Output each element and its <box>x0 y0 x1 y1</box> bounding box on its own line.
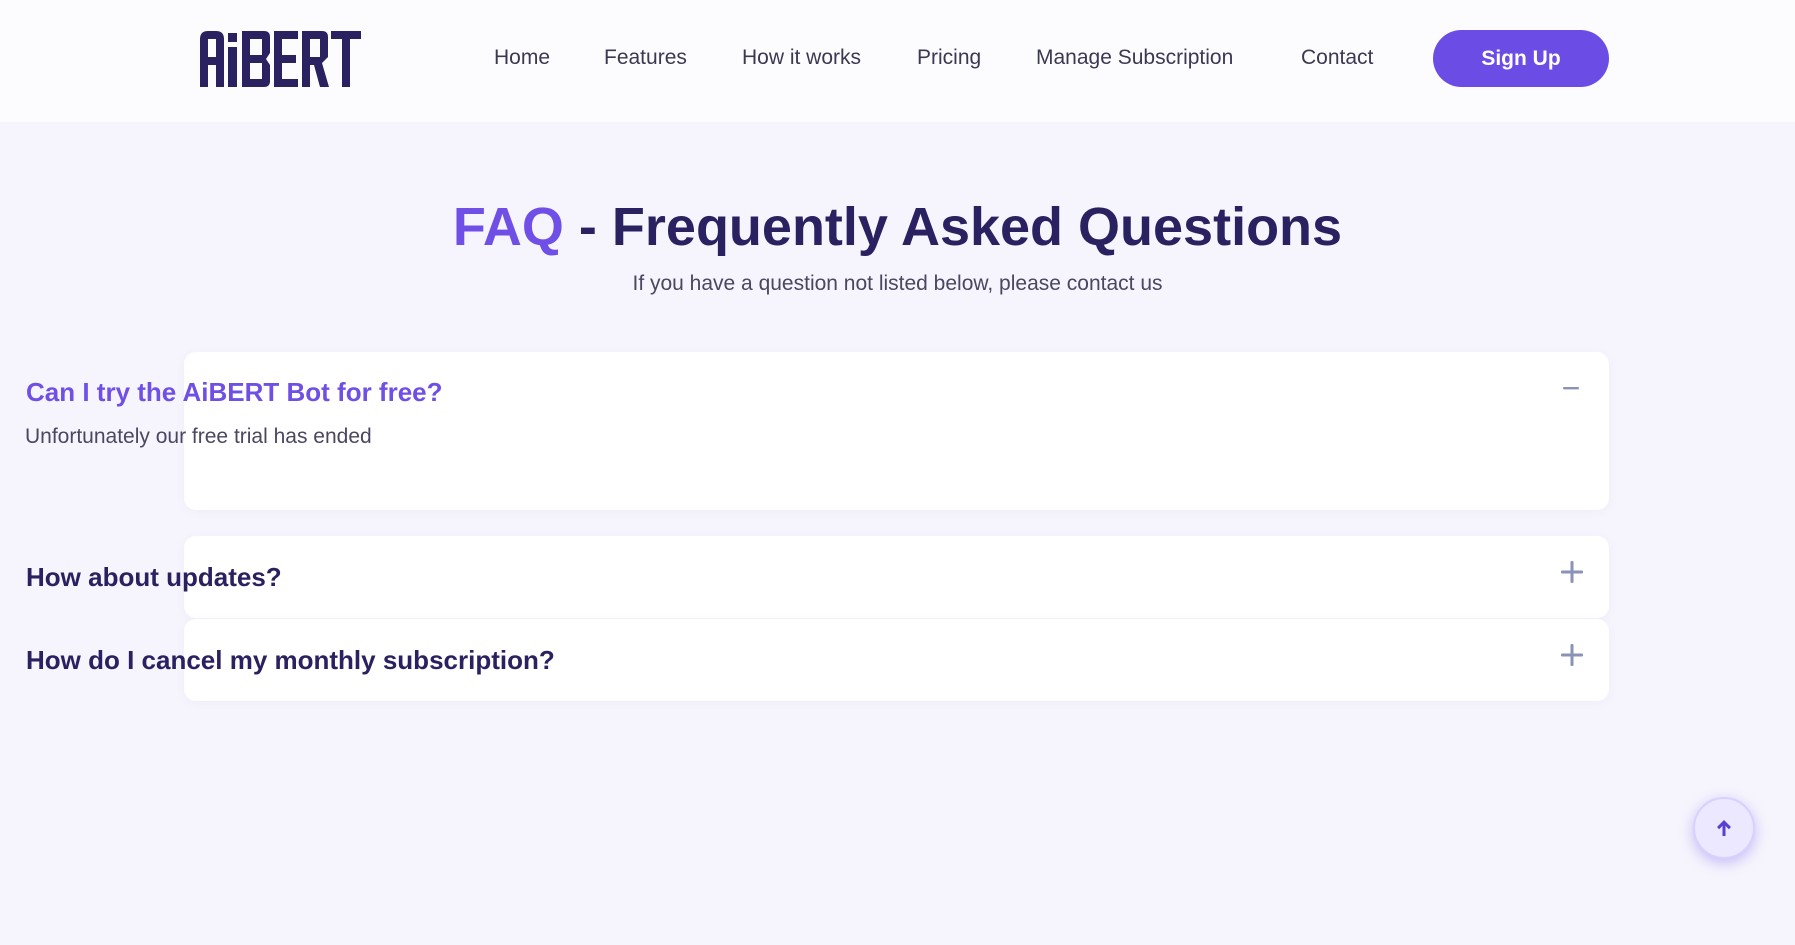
nav-home[interactable]: Home <box>494 40 550 76</box>
nav-manage-subscription[interactable]: Manage Subscription <box>1036 40 1233 76</box>
faq-question[interactable]: How about updates? <box>26 560 282 594</box>
sign-up-button[interactable]: Sign Up <box>1433 30 1609 87</box>
minus-icon[interactable] <box>1559 375 1585 401</box>
nav-pricing[interactable]: Pricing <box>917 40 981 76</box>
faq-item-updates[interactable] <box>184 536 1609 618</box>
nav-features[interactable]: Features <box>604 40 687 76</box>
aibert-logo[interactable] <box>198 29 363 89</box>
faq-question[interactable]: How do I cancel my monthly subscription? <box>26 643 555 677</box>
page-title-accent: FAQ <box>452 197 564 257</box>
scroll-to-top-button[interactable] <box>1693 797 1755 859</box>
plus-icon[interactable] <box>1559 559 1585 585</box>
nav-contact[interactable]: Contact <box>1301 40 1373 76</box>
page-title: FAQ - Frequently Asked Questions <box>0 192 1795 262</box>
page-title-rest: - Frequently Asked Questions <box>563 197 1343 257</box>
faq-answer: Unfortunately our free trial has ended <box>25 425 372 448</box>
page-subtitle: If you have a question not listed below,… <box>632 272 1163 295</box>
site-header: Home Features How it works Pricing Manag… <box>0 0 1795 122</box>
nav-how-it-works[interactable]: How it works <box>742 40 861 76</box>
plus-icon[interactable] <box>1559 642 1585 668</box>
arrow-up-icon <box>1717 820 1731 836</box>
faq-question[interactable]: Can I try the AiBERT Bot for free? <box>26 375 443 409</box>
